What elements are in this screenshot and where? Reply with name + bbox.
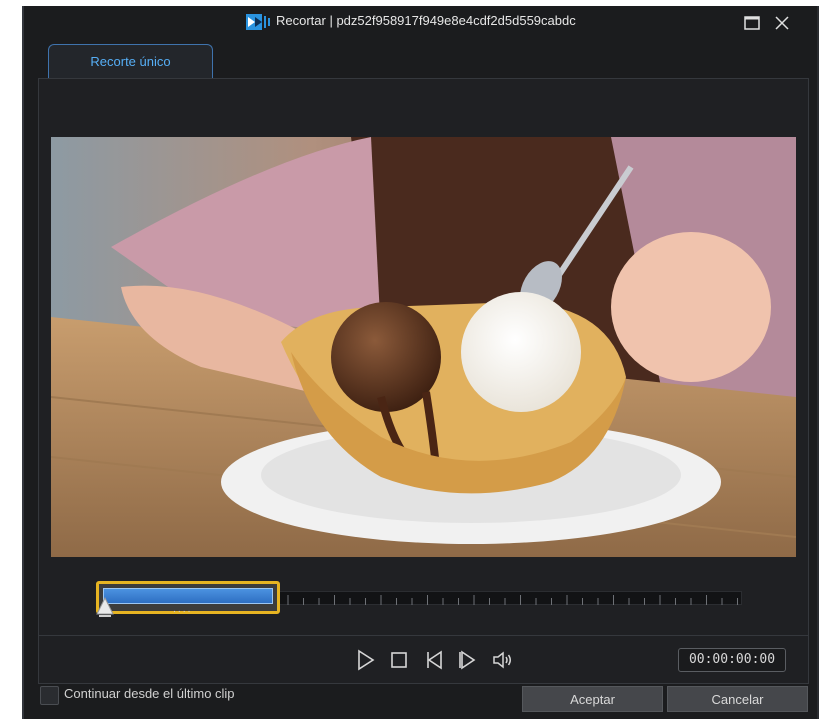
selection-grip[interactable]: .... (173, 605, 192, 615)
video-preview-image (51, 137, 796, 557)
previous-frame-icon[interactable] (423, 648, 447, 672)
next-frame-icon[interactable] (456, 648, 480, 672)
playhead-marker-icon[interactable] (94, 594, 116, 622)
trim-selection-fill (103, 588, 273, 604)
title-bar: Recortar | pdz52f958917f949e8e4cdf2d5d55… (24, 6, 817, 38)
close-icon[interactable] (773, 14, 791, 32)
timecode-display: 00:00:00:00 (678, 648, 786, 672)
volume-icon[interactable] (491, 648, 515, 672)
continue-from-last-clip-label: Continuar desde el último clip (64, 686, 235, 701)
playback-controls: 00:00:00:00 (39, 635, 808, 683)
tab-single-trim[interactable]: Recorte único (48, 44, 213, 80)
dialog-footer: Continuar desde el último clip Aceptar C… (24, 686, 817, 719)
tab-bar: Recorte único (48, 44, 808, 80)
stop-icon[interactable] (387, 648, 411, 672)
play-icon[interactable] (353, 648, 377, 672)
accept-button[interactable]: Aceptar (522, 686, 663, 712)
cancel-button[interactable]: Cancelar (667, 686, 808, 712)
trim-content-panel: .... 00:00:00:00 (38, 78, 809, 684)
continue-from-last-clip-checkbox[interactable] (40, 686, 59, 705)
trim-dialog-window: Recortar | pdz52f958917f949e8e4cdf2d5d55… (22, 6, 819, 719)
window-title: Recortar | pdz52f958917f949e8e4cdf2d5d55… (276, 13, 576, 28)
trim-selection-range[interactable]: .... (96, 581, 280, 615)
powerdirector-logo-icon (246, 14, 270, 30)
trim-timeline: .... (39, 569, 808, 629)
maximize-icon[interactable] (743, 14, 761, 32)
video-preview (51, 137, 796, 557)
